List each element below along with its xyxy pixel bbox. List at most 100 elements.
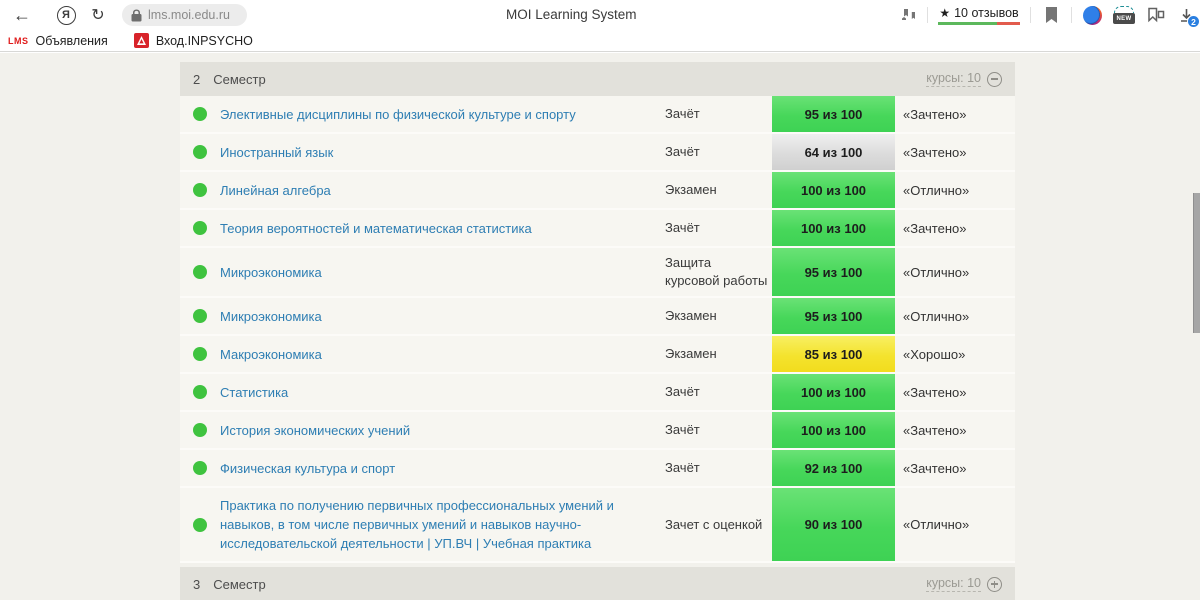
marquee-arc <box>1114 6 1134 13</box>
score-text: 95 из 100 <box>804 308 863 324</box>
score-cell: 90 из 100 <box>772 488 895 561</box>
semester-2-toggle[interactable]: курсы: 10 <box>926 71 1002 87</box>
yandex-browser-icon[interactable]: Я <box>54 3 78 27</box>
status-dot-icon <box>193 423 207 437</box>
course-row: Практика по получению первичных професси… <box>180 488 1015 563</box>
rating-bar-red <box>997 21 1020 25</box>
score-cell: 95 из 100 <box>772 298 895 334</box>
bookmark-label: Вход.INPSYCHO <box>155 33 253 48</box>
grade-text: «Зачтено» <box>903 144 967 160</box>
scrollbar-thumb[interactable] <box>1193 193 1200 333</box>
course-rows: Элективные дисциплины по физической куль… <box>180 96 1015 563</box>
refresh-button[interactable]: ↻ <box>86 3 110 27</box>
collapse-minus-icon[interactable] <box>987 71 1002 87</box>
semester-label: Семестр <box>213 576 266 592</box>
score-text: 100 из 100 <box>800 220 867 236</box>
score-cell: 95 из 100 <box>772 248 895 296</box>
course-row: Элективные дисциплины по физической куль… <box>180 96 1015 134</box>
score-cell: 100 из 100 <box>772 210 895 246</box>
browser-toolbar: ← Я ↻ lms.moi.edu.ru MOI Learning System… <box>0 0 1200 30</box>
grade-text: «Зачтено» <box>903 460 967 476</box>
semester-label: Семестр <box>213 71 266 87</box>
semester-number: 2 <box>193 71 201 87</box>
score-cell: 100 из 100 <box>772 374 895 410</box>
status-dot-icon <box>193 107 207 121</box>
bookmark-label: Объявления <box>35 33 108 48</box>
course-row: Теория вероятностей и математическая ста… <box>180 210 1015 248</box>
bookmark-item-inpsycho[interactable]: Вход.INPSYCHO <box>133 33 253 48</box>
expand-plus-icon[interactable] <box>987 576 1002 592</box>
score-cell: 100 из 100 <box>772 172 895 208</box>
assessment-type: Зачёт <box>665 220 700 235</box>
url-text: lms.moi.edu.ru <box>148 8 230 22</box>
courses-count: курсы: 10 <box>926 71 981 87</box>
grade-text: «Отлично» <box>903 182 970 198</box>
score-text: 92 из 100 <box>804 460 863 476</box>
status-dot-icon <box>193 145 207 159</box>
extension-circle-icon[interactable] <box>1082 5 1102 25</box>
score-cell: 92 из 100 <box>772 450 895 486</box>
assessment-type: Экзамен <box>665 182 717 197</box>
downloads-icon[interactable]: 2 <box>1176 4 1200 28</box>
course-row: Линейная алгебра Экзамен 100 из 100 «Отл… <box>180 172 1015 210</box>
course-link[interactable]: Элективные дисциплины по физической куль… <box>220 105 576 124</box>
lms-favicon: LMS <box>8 35 29 46</box>
site-rating[interactable]: ★ 10 отзывов <box>938 6 1020 25</box>
course-row: Иностранный язык Зачёт 64 из 100 «Зачтен… <box>180 134 1015 172</box>
new-releases-icon[interactable]: NEW <box>1112 5 1136 25</box>
score-cell: 100 из 100 <box>772 412 895 448</box>
course-link[interactable]: Микроэкономика <box>220 263 322 282</box>
status-dot-icon <box>193 517 207 532</box>
course-link[interactable]: Линейная алгебра <box>220 181 331 200</box>
lock-icon <box>131 9 142 22</box>
address-bar[interactable]: lms.moi.edu.ru <box>122 4 247 26</box>
download-count-badge: 2 <box>1187 15 1200 28</box>
score-text: 95 из 100 <box>804 106 863 122</box>
browser-window: ← Я ↻ lms.moi.edu.ru MOI Learning System… <box>0 0 1200 600</box>
semester-2-header: 2 Семестр курсы: 10 <box>180 62 1015 96</box>
grade-text: «Зачтено» <box>903 384 967 400</box>
course-link[interactable]: Теория вероятностей и математическая ста… <box>220 219 532 238</box>
grade-text: «Зачтено» <box>903 422 967 438</box>
bookmark-icon[interactable] <box>1041 5 1061 25</box>
grade-text: «Зачтено» <box>903 106 967 122</box>
course-link[interactable]: Физическая культура и спорт <box>220 459 395 478</box>
score-text: 100 из 100 <box>800 182 867 198</box>
assessment-type: Зачёт <box>665 106 700 121</box>
score-cell: 85 из 100 <box>772 336 895 372</box>
status-dot-icon <box>193 183 207 197</box>
tab-groups-icon[interactable] <box>1146 5 1166 25</box>
divider <box>927 7 928 23</box>
course-row: Микроэкономика Экзамен 95 из 100 «Отличн… <box>180 298 1015 336</box>
bookmark-item-announcements[interactable]: LMS Объявления <box>8 34 108 48</box>
rating-bar-green <box>938 21 998 25</box>
course-link[interactable]: Макроэкономика <box>220 345 322 364</box>
status-dot-icon <box>193 265 207 279</box>
grade-text: «Отлично» <box>903 517 970 532</box>
courses-count: курсы: 10 <box>926 576 981 592</box>
assessment-type: Зачет с оценкой <box>665 516 763 532</box>
course-link[interactable]: Статистика <box>220 383 288 402</box>
course-row: Физическая культура и спорт Зачёт 92 из … <box>180 450 1015 488</box>
status-dot-icon <box>193 221 207 235</box>
score-text: 100 из 100 <box>800 422 867 438</box>
star-icon: ★ <box>939 5 951 20</box>
course-link[interactable]: История экономических учений <box>220 421 410 440</box>
rating-text: 10 отзывов <box>954 5 1019 20</box>
semester-3-toggle[interactable]: курсы: 10 <box>926 576 1002 592</box>
course-link[interactable]: Практика по получению первичных професси… <box>220 496 647 553</box>
collections-icon[interactable] <box>897 5 917 25</box>
score-text: 95 из 100 <box>804 264 863 280</box>
page-title: MOI Learning System <box>506 7 637 22</box>
grade-text: «Хорошо» <box>903 346 966 362</box>
score-cell: 95 из 100 <box>772 96 895 132</box>
crest-favicon <box>133 33 149 48</box>
assessment-type: Защита курсовой работы <box>665 255 768 288</box>
back-button[interactable]: ← <box>10 3 34 27</box>
rating-bar <box>938 21 1020 25</box>
grade-text: «Зачтено» <box>903 220 967 236</box>
course-link[interactable]: Иностранный язык <box>220 143 333 162</box>
divider <box>1071 7 1072 23</box>
course-link[interactable]: Микроэкономика <box>220 307 322 326</box>
yandex-logo-icon: Я <box>56 5 76 25</box>
